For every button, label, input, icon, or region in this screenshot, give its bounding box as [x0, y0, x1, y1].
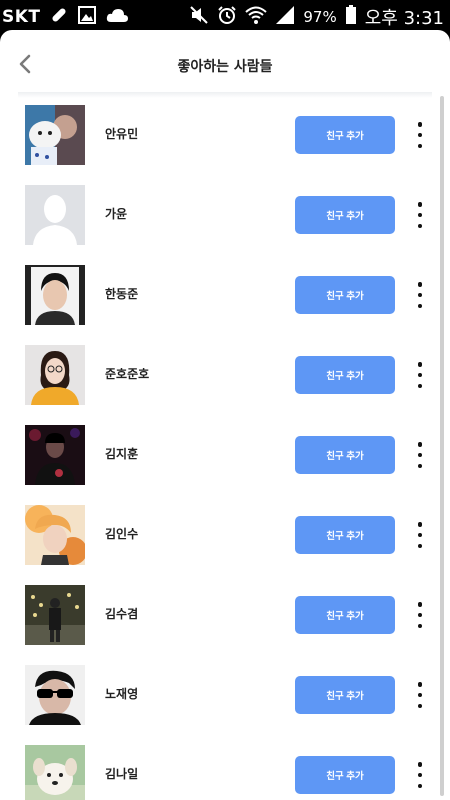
mute-icon: [189, 5, 209, 29]
avatar[interactable]: [25, 665, 85, 725]
dot: [417, 282, 423, 287]
avatar[interactable]: [25, 345, 85, 405]
list-item: 안유민 친구 추가: [0, 96, 450, 176]
image-icon: [77, 5, 97, 29]
dot: [417, 372, 423, 378]
page-title: 좋아하는 사람들: [177, 59, 273, 75]
status-left: SKT: [2, 5, 129, 29]
user-name: 노재영: [105, 687, 139, 701]
more-options-icon[interactable]: [410, 602, 430, 628]
dot: [417, 762, 423, 767]
user-name: 안유민: [105, 127, 139, 141]
add-friend-button[interactable]: 친구 추가: [295, 596, 395, 634]
user-name: 김인수: [105, 527, 139, 541]
list-item: 가윤 친구 추가: [0, 176, 450, 256]
header: 좋아하는 사람들: [0, 30, 450, 94]
avatar[interactable]: [25, 185, 85, 245]
battery-icon: [345, 5, 357, 29]
bandage-icon: [49, 5, 69, 29]
more-options-icon[interactable]: [410, 202, 430, 228]
user-name: 가윤: [105, 207, 128, 221]
user-name: 김나일: [105, 767, 139, 781]
more-options-icon[interactable]: [410, 362, 430, 388]
dot: [417, 783, 423, 788]
avatar[interactable]: [25, 265, 85, 325]
add-friend-button[interactable]: 친구 추가: [295, 276, 395, 314]
avatar[interactable]: [25, 105, 85, 165]
status-right: 97% 오후 3:31: [189, 4, 444, 30]
list-item: 노재영 친구 추가: [0, 656, 450, 736]
add-friend-button[interactable]: 친구 추가: [295, 116, 395, 154]
list-item: 김수겸 친구 추가: [0, 576, 450, 656]
dot: [417, 292, 423, 298]
dot: [417, 772, 423, 778]
avatar[interactable]: [25, 505, 85, 565]
dot: [417, 602, 423, 607]
avatar[interactable]: [25, 585, 85, 645]
cloud-icon: [105, 6, 129, 28]
more-options-icon[interactable]: [410, 282, 430, 308]
dot: [417, 442, 423, 447]
more-options-icon[interactable]: [410, 442, 430, 468]
list-item: 한동준 친구 추가: [0, 256, 450, 336]
dot: [417, 362, 423, 367]
battery-percent: 97%: [303, 8, 337, 26]
alarm-icon: [217, 5, 237, 29]
list-item: 김인수 친구 추가: [0, 496, 450, 576]
add-friend-button[interactable]: 친구 추가: [295, 676, 395, 714]
dot: [417, 703, 423, 708]
list-item: 김나일 친구 추가: [0, 736, 450, 800]
signal-icon: [275, 5, 295, 29]
dot: [417, 383, 423, 388]
add-friend-button[interactable]: 친구 추가: [295, 356, 395, 394]
user-name: 한동준: [105, 287, 139, 301]
dot: [417, 543, 423, 548]
add-friend-button[interactable]: 친구 추가: [295, 756, 395, 794]
avatar[interactable]: [25, 425, 85, 485]
dot: [417, 132, 423, 138]
avatar[interactable]: [25, 745, 85, 800]
dot: [417, 612, 423, 618]
user-name: 김지훈: [105, 447, 139, 461]
dot: [417, 682, 423, 687]
status-bar: SKT 97% 오후 3:31: [0, 0, 450, 30]
list-item: 준호준호 친구 추가: [0, 336, 450, 416]
add-friend-button[interactable]: 친구 추가: [295, 436, 395, 474]
dot: [417, 623, 423, 628]
user-name: 김수겸: [105, 607, 139, 621]
carrier-label: SKT: [2, 7, 41, 27]
dot: [417, 212, 423, 218]
dot: [417, 692, 423, 698]
dot: [417, 532, 423, 538]
add-friend-button[interactable]: 친구 추가: [295, 196, 395, 234]
dot: [417, 202, 423, 207]
more-options-icon[interactable]: [410, 762, 430, 788]
more-options-icon[interactable]: [410, 522, 430, 548]
user-name: 준호준호: [105, 367, 150, 381]
dot: [417, 143, 423, 148]
dot: [417, 122, 423, 127]
list-item: 김지훈 친구 추가: [0, 416, 450, 496]
wifi-icon: [245, 5, 268, 29]
scrollbar[interactable]: [440, 96, 444, 796]
clock: 오후 3:31: [364, 8, 444, 29]
dot: [417, 522, 423, 527]
likes-sheet: 좋아하는 사람들 안유민 친구 추가 가윤 친구 추가 한동준 친구 추가 준호…: [0, 30, 450, 800]
more-options-icon[interactable]: [410, 122, 430, 148]
dot: [417, 452, 423, 458]
add-friend-button[interactable]: 친구 추가: [295, 516, 395, 554]
dot: [417, 463, 423, 468]
more-options-icon[interactable]: [410, 682, 430, 708]
dot: [417, 303, 423, 308]
dot: [417, 223, 423, 228]
